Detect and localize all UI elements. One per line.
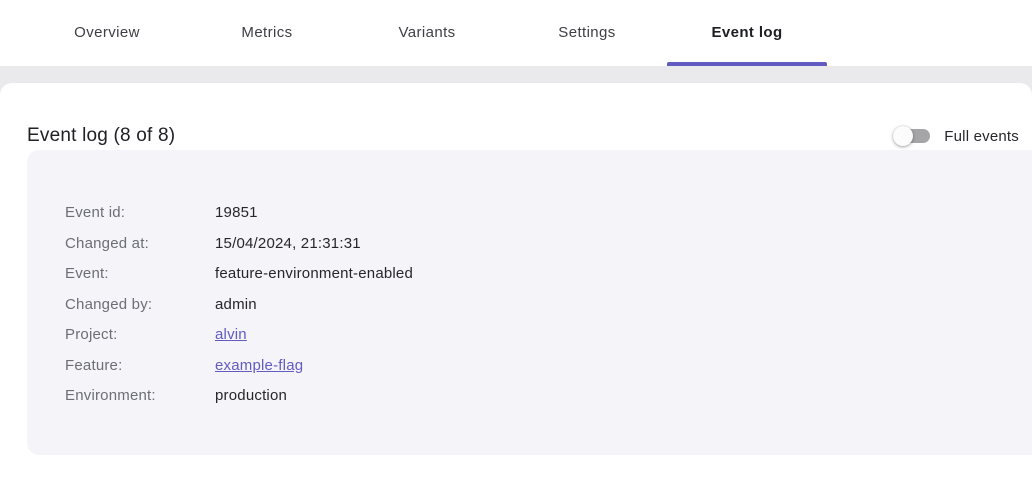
tab-overview[interactable]: Overview <box>27 0 187 66</box>
tab-metrics[interactable]: Metrics <box>187 0 347 66</box>
changed-by-value: admin <box>215 290 257 321</box>
event-id-value: 19851 <box>215 198 258 229</box>
toggle-label: Full events <box>944 128 1019 145</box>
tab-event-log[interactable]: Event log <box>667 0 827 66</box>
tab-settings[interactable]: Settings <box>507 0 667 66</box>
tab-bar: Overview Metrics Variants Settings Event… <box>0 0 1032 66</box>
event-row-label: Changed by: <box>65 290 215 321</box>
event-row-label: Feature: <box>65 351 215 382</box>
event-row-changed-by: Changed by: admin <box>65 290 1012 321</box>
event-card: Event id: 19851 Changed at: 15/04/2024, … <box>27 150 1032 455</box>
event-log-panel: Event log (8 of 8) Full events Event id:… <box>0 83 1032 502</box>
event-row-feature: Feature: example-flag <box>65 351 1012 382</box>
toggle-switch-icon[interactable] <box>893 126 930 146</box>
tab-settings-label: Settings <box>558 24 615 41</box>
event-row-label: Changed at: <box>65 229 215 260</box>
tab-metrics-label: Metrics <box>241 24 292 41</box>
panel-header-row: Event log (8 of 8) Full events <box>0 83 1032 150</box>
feature-link[interactable]: example-flag <box>215 351 303 382</box>
page-background-gap <box>0 66 1032 83</box>
full-events-toggle[interactable]: Full events <box>893 126 1019 146</box>
event-row-label: Environment: <box>65 381 215 412</box>
event-row-changed-at: Changed at: 15/04/2024, 21:31:31 <box>65 229 1012 260</box>
project-link[interactable]: alvin <box>215 320 247 351</box>
changed-at-value: 15/04/2024, 21:31:31 <box>215 229 361 260</box>
tab-event-log-label: Event log <box>711 24 782 41</box>
tab-overview-label: Overview <box>74 24 140 41</box>
event-row-label: Project: <box>65 320 215 351</box>
event-row-label: Event id: <box>65 198 215 229</box>
event-row-label: Event: <box>65 259 215 290</box>
toggle-thumb <box>893 126 913 146</box>
event-row-id: Event id: 19851 <box>65 198 1012 229</box>
tab-variants-label: Variants <box>398 24 455 41</box>
event-row-environment: Environment: production <box>65 381 1012 412</box>
event-row-project: Project: alvin <box>65 320 1012 351</box>
tab-variants[interactable]: Variants <box>347 0 507 66</box>
page-title: Event log (8 of 8) <box>27 125 175 147</box>
event-row-event: Event: feature-environment-enabled <box>65 259 1012 290</box>
event-type-value: feature-environment-enabled <box>215 259 413 290</box>
environment-value: production <box>215 381 287 412</box>
